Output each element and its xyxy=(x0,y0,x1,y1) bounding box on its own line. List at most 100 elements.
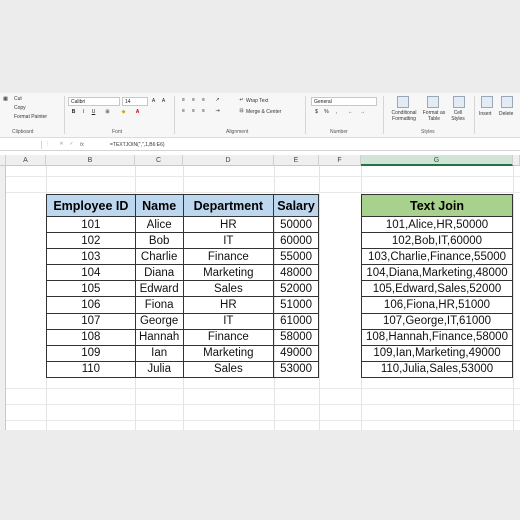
name-box-dropdown-icon[interactable]: ⋮ xyxy=(44,141,51,148)
cell[interactable]: Julia xyxy=(134,360,184,378)
conditional-formatting-button[interactable]: Conditional Formatting xyxy=(387,110,421,122)
header-employee-id[interactable]: Employee ID xyxy=(46,194,136,217)
cell[interactable]: 101 xyxy=(46,215,136,234)
borders-icon[interactable]: ⊞ xyxy=(104,109,111,116)
cell[interactable]: Finance xyxy=(182,328,275,346)
cell[interactable]: Alice xyxy=(134,215,184,234)
cell[interactable]: Ian xyxy=(134,344,184,362)
align-right-icon[interactable]: ≡ xyxy=(200,108,207,115)
cell[interactable]: 109 xyxy=(46,344,136,362)
insert-icon[interactable] xyxy=(481,96,493,108)
fill-color-icon[interactable]: ◆ xyxy=(120,109,127,116)
percent-icon[interactable]: % xyxy=(323,109,330,116)
cell[interactable]: 107 xyxy=(46,312,136,330)
cell[interactable]: 102 xyxy=(46,232,136,250)
cell[interactable]: 53000 xyxy=(273,360,319,378)
italic-button[interactable]: I xyxy=(80,109,87,116)
bottom-align-icon[interactable]: ≡ xyxy=(200,97,207,104)
cell-styles-button[interactable]: Cell Styles xyxy=(447,110,469,122)
cell[interactable]: 49000 xyxy=(273,344,319,362)
cell[interactable]: Hannah xyxy=(134,328,184,346)
header-name[interactable]: Name xyxy=(134,194,184,217)
name-box[interactable] xyxy=(2,141,42,149)
format-painter-button[interactable]: Format Painter xyxy=(14,114,47,120)
format-as-table-icon[interactable] xyxy=(427,96,439,108)
cell[interactable]: 108 xyxy=(46,328,136,346)
cell[interactable]: 104,Diana,Marketing,48000 xyxy=(361,264,513,282)
insert-button[interactable]: Insert xyxy=(479,111,492,117)
font-name-dropdown[interactable]: Calibri xyxy=(68,97,120,106)
cell[interactable]: Fiona xyxy=(134,296,184,314)
column-header-e[interactable]: E xyxy=(274,155,319,166)
header-department[interactable]: Department xyxy=(182,194,275,217)
cell[interactable]: 51000 xyxy=(273,296,319,314)
cell[interactable]: Sales xyxy=(182,280,275,298)
cell[interactable]: 105 xyxy=(46,280,136,298)
cell[interactable]: 103,Charlie,Finance,55000 xyxy=(361,248,513,266)
cell-styles-icon[interactable] xyxy=(453,96,465,108)
cell[interactable]: Bob xyxy=(134,232,184,250)
enter-icon[interactable]: ✓ xyxy=(68,141,75,148)
cancel-icon[interactable]: ✕ xyxy=(58,141,65,148)
column-header-d[interactable]: D xyxy=(183,155,274,166)
currency-icon[interactable]: $ xyxy=(313,109,320,116)
cell[interactable]: Marketing xyxy=(182,264,275,282)
font-size-dropdown[interactable]: 14 xyxy=(122,97,148,106)
fx-icon[interactable]: fx xyxy=(80,142,84,148)
delete-icon[interactable] xyxy=(501,96,513,108)
increase-decimal-icon[interactable]: ← xyxy=(347,109,354,116)
align-center-icon[interactable]: ≡ xyxy=(190,108,197,115)
wrap-text-button[interactable]: Wrap Text xyxy=(246,98,268,104)
cell[interactable]: 60000 xyxy=(273,232,319,250)
cell[interactable]: 50000 xyxy=(273,215,319,234)
cell[interactable]: 108,Hannah,Finance,58000 xyxy=(361,328,513,346)
cell[interactable]: HR xyxy=(182,215,275,234)
comma-icon[interactable]: , xyxy=(333,109,340,116)
cell[interactable]: Charlie xyxy=(134,248,184,266)
cell[interactable]: Diana xyxy=(134,264,184,282)
conditional-formatting-icon[interactable] xyxy=(397,96,409,108)
cell[interactable]: 110,Julia,Sales,53000 xyxy=(361,360,513,378)
increase-font-icon[interactable]: A xyxy=(150,98,157,105)
cell[interactable]: 105,Edward,Sales,52000 xyxy=(361,280,513,298)
delete-button[interactable]: Delete xyxy=(499,111,513,117)
cell[interactable]: 58000 xyxy=(273,328,319,346)
header-text-join[interactable]: Text Join xyxy=(361,194,513,217)
indent-icon[interactable]: ⇥ xyxy=(214,108,221,115)
cell[interactable]: 48000 xyxy=(273,264,319,282)
cell[interactable]: 107,George,IT,61000 xyxy=(361,312,513,330)
column-header-g[interactable]: G xyxy=(361,155,513,166)
header-salary[interactable]: Salary xyxy=(273,194,319,217)
column-header-b[interactable]: B xyxy=(46,155,135,166)
cell[interactable]: 106 xyxy=(46,296,136,314)
merge-center-button[interactable]: Merge & Center xyxy=(246,109,281,115)
top-align-icon[interactable]: ≡ xyxy=(180,97,187,104)
cell[interactable]: 103 xyxy=(46,248,136,266)
orientation-icon[interactable]: ↗ xyxy=(214,97,221,104)
cell[interactable]: 52000 xyxy=(273,280,319,298)
cell[interactable]: Finance xyxy=(182,248,275,266)
column-header-c[interactable]: C xyxy=(135,155,183,166)
cell[interactable]: HR xyxy=(182,296,275,314)
copy-button[interactable]: Copy xyxy=(14,105,26,111)
cell[interactable]: 102,Bob,IT,60000 xyxy=(361,232,513,250)
font-color-icon[interactable]: A xyxy=(134,109,141,116)
cell[interactable]: 61000 xyxy=(273,312,319,330)
formula-input[interactable]: =TEXTJOIN(",",1,B6:E6) xyxy=(110,142,165,148)
cell[interactable]: Edward xyxy=(134,280,184,298)
format-as-table-button[interactable]: Format as Table xyxy=(421,110,447,122)
cell[interactable]: Marketing xyxy=(182,344,275,362)
cell[interactable]: 106,Fiona,HR,51000 xyxy=(361,296,513,314)
bold-button[interactable]: B xyxy=(70,109,77,116)
cell[interactable]: George xyxy=(134,312,184,330)
merge-icon[interactable]: ⊟ xyxy=(238,108,245,115)
paste-icon[interactable]: ▦ xyxy=(2,96,9,103)
decrease-decimal-icon[interactable]: → xyxy=(359,109,366,116)
decrease-font-icon[interactable]: A xyxy=(160,98,167,105)
column-header-h[interactable] xyxy=(513,155,520,166)
cell[interactable]: 55000 xyxy=(273,248,319,266)
align-left-icon[interactable]: ≡ xyxy=(180,108,187,115)
cell[interactable]: IT xyxy=(182,232,275,250)
number-format-dropdown[interactable]: General xyxy=(311,97,377,106)
underline-button[interactable]: U xyxy=(90,109,97,116)
